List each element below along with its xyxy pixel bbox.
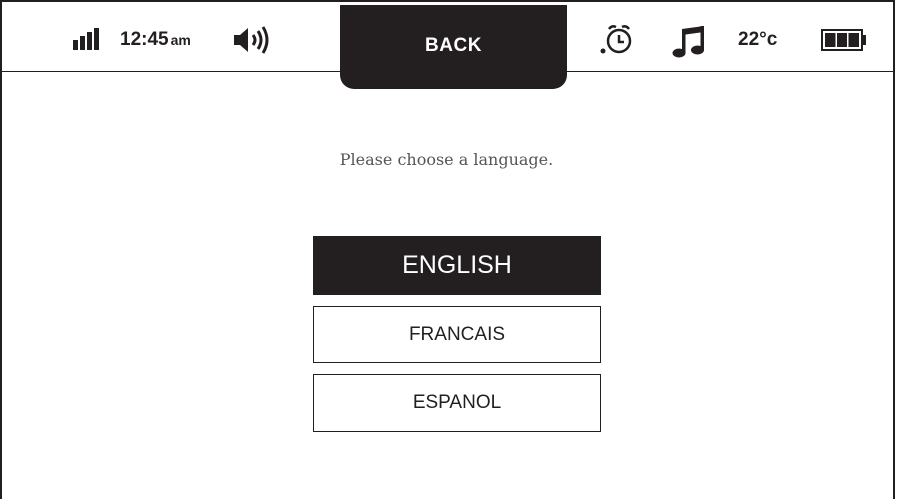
francais-button[interactable]: FRANCAIS — [313, 306, 601, 363]
signal-icon — [73, 28, 99, 50]
clock-time: 12:45 am — [120, 29, 191, 51]
temperature-readout: 22°c — [738, 29, 778, 50]
music-note-icon[interactable] — [672, 24, 708, 58]
volume-icon[interactable] — [232, 26, 274, 54]
alarm-clock-icon[interactable] — [599, 24, 633, 56]
espanol-button[interactable]: ESPANOL — [313, 374, 601, 432]
language-prompt: Please choose a language. — [339, 150, 554, 169]
time-ampm: am — [170, 32, 191, 48]
battery-icon — [821, 29, 866, 51]
back-button-label: BACK — [425, 35, 482, 56]
time-value: 12:45 — [120, 29, 169, 50]
back-button[interactable]: BACK — [340, 5, 567, 89]
english-button[interactable]: ENGLISH — [313, 236, 601, 295]
